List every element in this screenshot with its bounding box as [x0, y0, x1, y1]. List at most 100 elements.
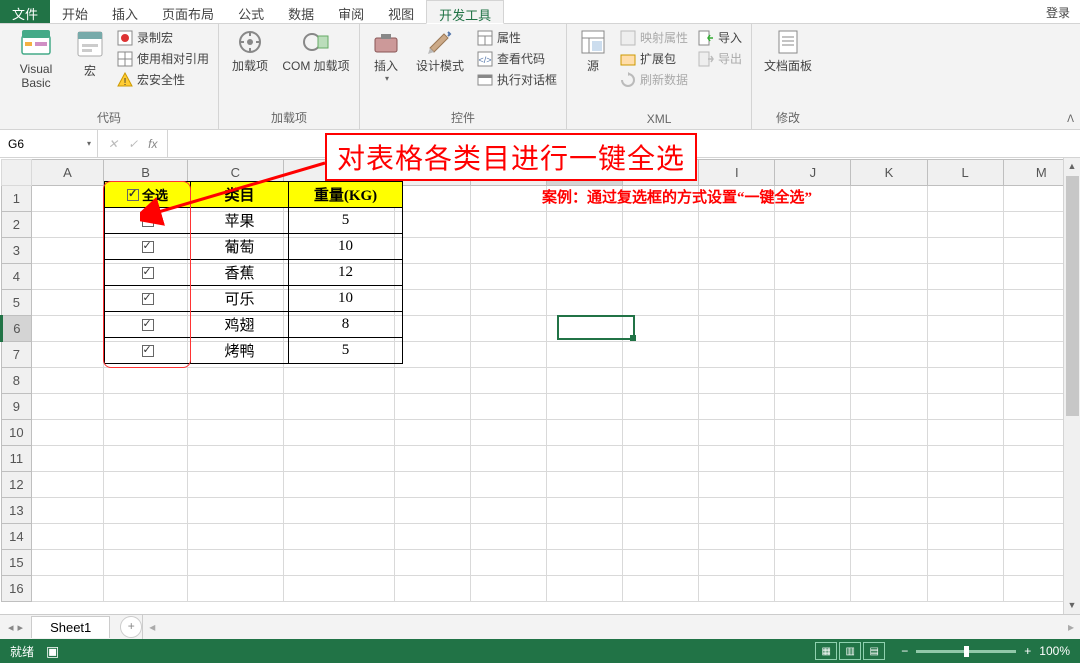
- cell[interactable]: [927, 549, 1003, 575]
- cell[interactable]: [546, 315, 622, 341]
- cell[interactable]: [31, 549, 103, 575]
- cell[interactable]: [394, 237, 470, 263]
- row-checkbox-cell[interactable]: [105, 338, 191, 364]
- macros-button[interactable]: 宏: [70, 26, 110, 81]
- visual-basic-button[interactable]: Visual Basic: [6, 26, 66, 92]
- select-all-checkbox-cell[interactable]: 全选: [105, 182, 191, 208]
- cell[interactable]: [470, 185, 546, 211]
- cell[interactable]: [470, 497, 546, 523]
- row-header[interactable]: 6: [2, 315, 32, 341]
- sheet-tab[interactable]: Sheet1: [31, 616, 110, 638]
- cell[interactable]: [699, 289, 775, 315]
- cell[interactable]: [187, 575, 283, 601]
- row-header[interactable]: 2: [2, 211, 32, 237]
- cell[interactable]: [546, 445, 622, 471]
- cell[interactable]: [394, 471, 470, 497]
- column-header[interactable]: I: [699, 159, 775, 185]
- cell[interactable]: [699, 237, 775, 263]
- row-header[interactable]: 14: [2, 523, 32, 549]
- cell[interactable]: [546, 211, 622, 237]
- cell[interactable]: [283, 445, 394, 471]
- cell[interactable]: [623, 367, 699, 393]
- cell[interactable]: [623, 341, 699, 367]
- run-dialog-button[interactable]: 执行对话框: [474, 70, 560, 89]
- cell[interactable]: [31, 523, 103, 549]
- cell[interactable]: [623, 393, 699, 419]
- cell[interactable]: [187, 445, 283, 471]
- column-header[interactable]: K: [851, 159, 927, 185]
- cell[interactable]: [394, 263, 470, 289]
- cell[interactable]: [851, 185, 927, 211]
- cell[interactable]: [31, 575, 103, 601]
- row-header[interactable]: 9: [2, 393, 32, 419]
- cell[interactable]: [283, 393, 394, 419]
- cell[interactable]: [623, 445, 699, 471]
- cell[interactable]: [851, 445, 927, 471]
- record-macro-button[interactable]: 录制宏: [114, 28, 212, 47]
- cell[interactable]: [775, 211, 851, 237]
- tab-home[interactable]: 开始: [50, 0, 100, 23]
- cell[interactable]: [699, 211, 775, 237]
- cell[interactable]: [470, 237, 546, 263]
- cell[interactable]: [851, 393, 927, 419]
- cell[interactable]: [775, 237, 851, 263]
- cell[interactable]: [927, 575, 1003, 601]
- confirm-icon[interactable]: ✓: [128, 137, 138, 151]
- cell[interactable]: [31, 211, 103, 237]
- tab-file[interactable]: 文件: [0, 0, 50, 23]
- row-header[interactable]: 7: [2, 341, 32, 367]
- cell[interactable]: [623, 263, 699, 289]
- row-checkbox-cell[interactable]: [105, 286, 191, 312]
- cell[interactable]: [927, 341, 1003, 367]
- cell[interactable]: [699, 523, 775, 549]
- cell[interactable]: [623, 315, 699, 341]
- cell[interactable]: [394, 367, 470, 393]
- cell[interactable]: [851, 289, 927, 315]
- properties-button[interactable]: 属性: [474, 28, 560, 47]
- horizontal-scrollbar[interactable]: ◂▸: [142, 615, 1080, 639]
- cell[interactable]: [546, 289, 622, 315]
- cell[interactable]: [283, 497, 394, 523]
- cell[interactable]: [851, 523, 927, 549]
- cell[interactable]: [927, 445, 1003, 471]
- cell[interactable]: [546, 263, 622, 289]
- row-header[interactable]: 4: [2, 263, 32, 289]
- cell[interactable]: [104, 549, 188, 575]
- row-header[interactable]: 10: [2, 419, 32, 445]
- cell[interactable]: [187, 393, 283, 419]
- cell[interactable]: [283, 575, 394, 601]
- macro-security-button[interactable]: !宏安全性: [114, 70, 212, 89]
- cell[interactable]: [283, 523, 394, 549]
- scroll-down-icon[interactable]: ▼: [1064, 597, 1080, 614]
- cell[interactable]: [470, 575, 546, 601]
- cell[interactable]: [394, 185, 470, 211]
- cell[interactable]: [283, 549, 394, 575]
- cell[interactable]: [470, 471, 546, 497]
- cell[interactable]: [775, 471, 851, 497]
- name-box[interactable]: ▾: [0, 130, 98, 157]
- cell[interactable]: [927, 523, 1003, 549]
- cell[interactable]: [699, 497, 775, 523]
- cell[interactable]: [851, 471, 927, 497]
- row-header[interactable]: 8: [2, 367, 32, 393]
- cell[interactable]: [775, 575, 851, 601]
- cell[interactable]: [104, 419, 188, 445]
- cell[interactable]: [470, 263, 546, 289]
- cell[interactable]: [470, 367, 546, 393]
- cell[interactable]: [775, 289, 851, 315]
- row-checkbox-cell[interactable]: [105, 312, 191, 338]
- cell[interactable]: [699, 445, 775, 471]
- tab-view[interactable]: 视图: [376, 0, 426, 23]
- cell[interactable]: [851, 315, 927, 341]
- cell[interactable]: [283, 367, 394, 393]
- cell[interactable]: [546, 471, 622, 497]
- vertical-scrollbar[interactable]: ▲ ▼: [1063, 158, 1080, 614]
- name-box-input[interactable]: [6, 136, 66, 152]
- cell[interactable]: [104, 367, 188, 393]
- tab-developer[interactable]: 开发工具: [426, 0, 504, 24]
- cell[interactable]: [699, 419, 775, 445]
- column-header[interactable]: L: [927, 159, 1003, 185]
- com-addins-button[interactable]: COM 加载项: [279, 26, 353, 76]
- cell[interactable]: [31, 341, 103, 367]
- normal-view-button[interactable]: ▦: [815, 642, 837, 660]
